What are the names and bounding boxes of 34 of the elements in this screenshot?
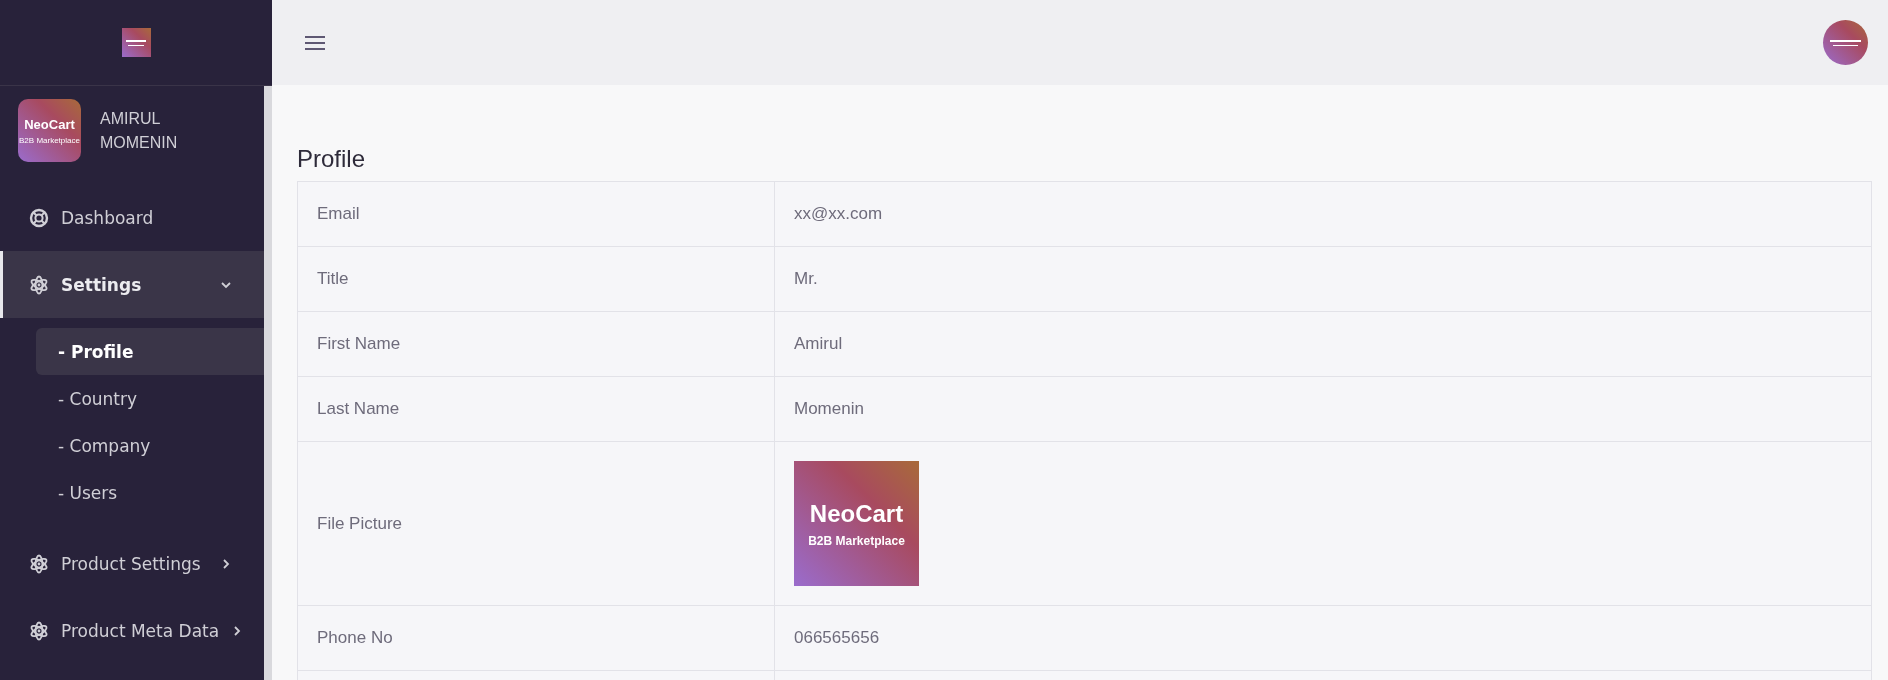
submenu-item[interactable]: - Country [36, 375, 264, 422]
menu-item[interactable]: Product Meta Data [0, 597, 264, 664]
table-cell: xx@xx.com [774, 181, 1872, 247]
table-cell: Email [297, 181, 775, 247]
menu-item[interactable]: Product Settings [0, 530, 264, 597]
menu-item[interactable]: Dashboard [0, 184, 264, 251]
logo-tagline: B2B Marketplace [808, 533, 905, 548]
atom-icon [29, 553, 49, 574]
user-name: AMIRUL MOMENIN [100, 108, 179, 153]
table-cell: Title [297, 246, 775, 312]
menu-item[interactable]: Settings [0, 251, 264, 318]
table-cell: Phone No [297, 605, 775, 671]
logo-tagline: B2B Marketplace [19, 135, 80, 145]
submenu-item[interactable]: - Company [36, 422, 264, 469]
atom-icon [29, 274, 49, 295]
table-cell: Last Name [297, 376, 775, 442]
table-cell: 066565656 [774, 605, 1872, 671]
menu-icon[interactable] [304, 34, 326, 51]
chevron-right-icon [220, 557, 232, 570]
table-cell: Amirul [774, 311, 1872, 377]
logo-text: NeoCart [809, 499, 904, 528]
table-cell: First Name [297, 311, 775, 377]
table-cell: File Picture [297, 441, 775, 606]
logo-icon [121, 28, 151, 57]
scrollbar[interactable] [264, 86, 272, 680]
table-cell: Momenin [774, 376, 1872, 442]
logo-text: NeoCart [24, 116, 75, 132]
page-title: Profile [297, 145, 367, 173]
user-avatar[interactable] [1823, 20, 1868, 65]
submenu-item[interactable]: - Profile [36, 328, 264, 375]
submenu-item[interactable]: - Users [36, 469, 264, 516]
table-cell: Mr. [774, 246, 1872, 312]
lifebuoy-icon [29, 207, 49, 228]
atom-icon [29, 620, 49, 641]
